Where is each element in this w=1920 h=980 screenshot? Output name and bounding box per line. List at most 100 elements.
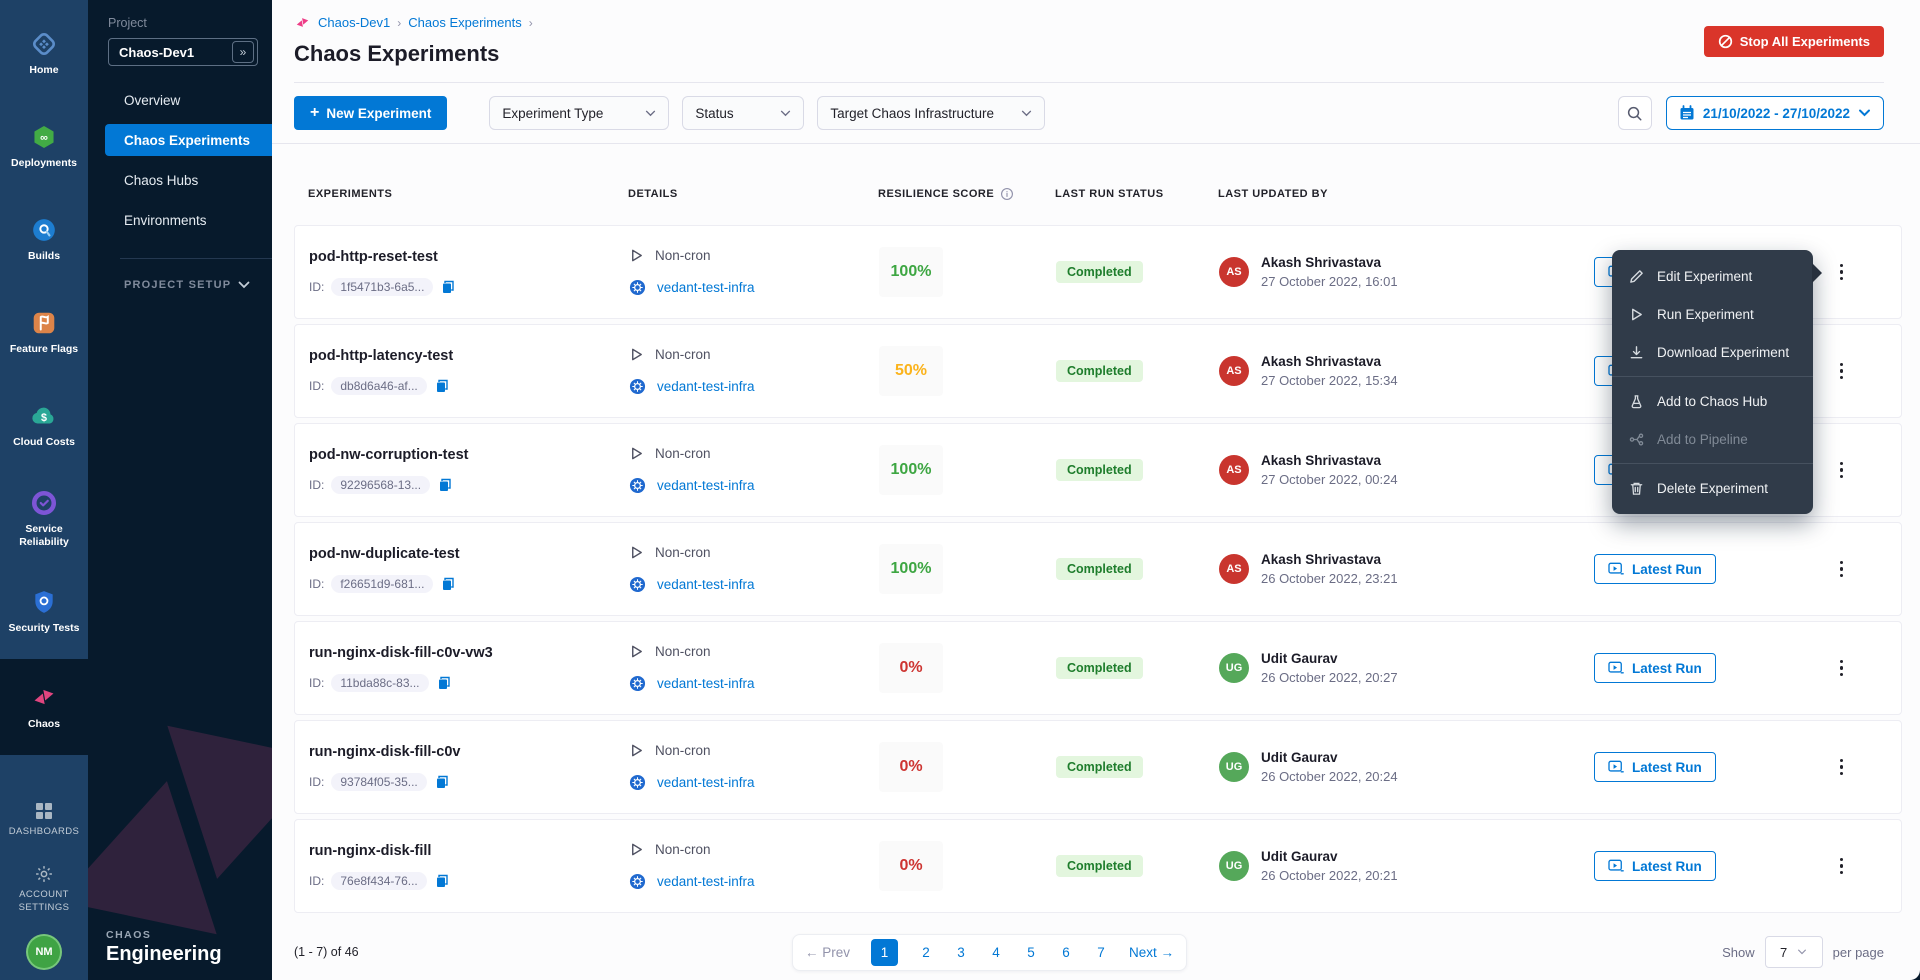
sidebar-item-service-reliability[interactable]: Service Reliability [0,473,88,566]
table-row[interactable]: pod-nw-duplicate-test ID: f26651d9-681..… [294,522,1902,616]
page-number[interactable]: 2 [919,945,933,960]
page-number[interactable]: 6 [1059,945,1073,960]
kubernetes-icon [629,477,646,494]
nav-item-overview[interactable]: Overview [88,84,272,116]
sidebar-item-home[interactable]: Home [0,8,88,101]
info-icon[interactable] [1000,187,1014,201]
page-number[interactable]: 5 [1024,945,1038,960]
chevron-down-icon [1858,109,1871,117]
page-number[interactable]: 3 [954,945,968,960]
table-row[interactable]: run-nginx-disk-fill-c0v ID: 93784f05-35.… [294,720,1902,814]
copy-icon[interactable] [434,378,450,394]
sidebar-item-deployments[interactable]: ∞ Deployments [0,101,88,194]
infrastructure-link[interactable]: vedant-test-infra [657,577,755,592]
collapse-nav-button[interactable]: » [232,41,254,63]
copy-icon[interactable] [436,675,452,691]
breadcrumb-separator: › [529,16,533,30]
infrastructure-link[interactable]: vedant-test-infra [657,676,755,691]
copy-icon[interactable] [440,576,456,592]
schedule-type: Non-cron [655,446,711,461]
next-page-button[interactable]: Next → [1129,945,1174,960]
chevron-down-icon [780,110,791,117]
stop-all-experiments-button[interactable]: Stop All Experiments [1704,26,1884,57]
project-selector[interactable]: Chaos-Dev1 » [108,38,258,66]
sidebar-item-security-tests[interactable]: Security Tests [0,566,88,659]
project-name: Chaos-Dev1 [119,45,194,60]
resilience-score: 100% [879,247,943,297]
sidebar-item-account-settings[interactable]: ACCOUNT SETTINGS [9,864,79,914]
row-menu-kebab-icon[interactable] [1834,456,1850,485]
date-range-picker[interactable]: 21/10/2022 - 27/10/2022 [1666,96,1884,130]
latest-run-button[interactable]: Latest Run [1594,752,1716,782]
row-menu-kebab-icon[interactable] [1834,357,1850,386]
prev-page-button[interactable]: ← Prev [805,945,850,960]
menu-item-download-experiment[interactable]: Download Experiment [1612,333,1813,371]
updated-date: 26 October 2022, 20:21 [1261,868,1398,883]
status-badge: Completed [1056,558,1143,580]
copy-icon[interactable] [434,774,450,790]
sidebar-item-dashboards[interactable]: DASHBOARDS [9,801,80,838]
resilience-score: 100% [879,544,943,594]
copy-icon[interactable] [440,279,456,295]
nav-item-environments[interactable]: Environments [88,204,272,236]
latest-run-button[interactable]: Latest Run [1594,851,1716,881]
menu-divider [1612,463,1813,464]
experiment-id: f26651d9-681... [331,575,433,593]
infrastructure-link[interactable]: vedant-test-infra [657,280,755,295]
infrastructure-link[interactable]: vedant-test-infra [657,775,755,790]
avatar: AS [1219,554,1249,584]
chevron-down-icon [645,110,656,117]
run-view-icon [1608,859,1624,873]
row-menu-kebab-icon[interactable] [1834,654,1850,683]
user-avatar[interactable]: NM [28,936,60,968]
search-button[interactable] [1618,96,1652,130]
target-infrastructure-filter[interactable]: Target Chaos Infrastructure [817,96,1045,130]
schedule-type: Non-cron [655,545,711,560]
calendar-icon [1679,105,1695,121]
menu-item-edit-experiment[interactable]: Edit Experiment [1612,257,1813,295]
avatar: UG [1219,851,1249,881]
infrastructure-link[interactable]: vedant-test-infra [657,379,755,394]
infrastructure-link[interactable]: vedant-test-infra [657,478,755,493]
project-setup-section[interactable]: PROJECT SETUP [88,259,272,291]
latest-run-button[interactable]: Latest Run [1594,653,1716,683]
experiment-type-filter[interactable]: Experiment Type [489,96,669,130]
status-filter[interactable]: Status [682,96,804,130]
feature-flags-icon [31,310,57,336]
page-number[interactable]: 4 [989,945,1003,960]
new-experiment-button[interactable]: + New Experiment [294,96,447,130]
experiment-name: pod-http-reset-test [309,249,629,265]
breadcrumb-project-link[interactable]: Chaos-Dev1 [318,15,390,30]
sidebar-item-builds[interactable]: Builds [0,194,88,287]
row-menu-kebab-icon[interactable] [1834,852,1850,881]
row-menu-kebab-icon[interactable] [1834,753,1850,782]
user-name: Akash Shrivastava [1261,453,1398,468]
page-number[interactable]: 7 [1094,945,1108,960]
nav-item-chaos-experiments[interactable]: Chaos Experiments [105,124,272,156]
menu-item-run-experiment[interactable]: Run Experiment [1612,295,1813,333]
table-row[interactable]: run-nginx-disk-fill ID: 76e8f434-76... N… [294,819,1902,913]
infrastructure-link[interactable]: vedant-test-infra [657,874,755,889]
copy-icon[interactable] [434,873,450,889]
sidebar-item-chaos[interactable]: Chaos [0,659,88,755]
chaos-hub-icon [1629,394,1644,409]
run-view-icon [1608,760,1624,774]
play-icon [629,644,644,659]
row-menu-kebab-icon[interactable] [1834,555,1850,584]
sidebar-item-cloud-costs[interactable]: $ Cloud Costs [0,380,88,473]
breadcrumb-separator: › [397,16,401,30]
copy-icon[interactable] [437,477,453,493]
menu-item-delete-experiment[interactable]: Delete Experiment [1612,469,1813,507]
sidebar-item-feature-flags[interactable]: Feature Flags [0,287,88,380]
menu-item-add-to-chaos-hub[interactable]: Add to Chaos Hub [1612,382,1813,420]
latest-run-button[interactable]: Latest Run [1594,554,1716,584]
page-size-select[interactable]: 7 [1765,936,1823,968]
experiment-name: run-nginx-disk-fill [309,843,629,859]
row-menu-kebab-icon[interactable] [1834,258,1850,287]
context-menu-arrow [1812,263,1822,283]
table-row[interactable]: run-nginx-disk-fill-c0v-vw3 ID: 11bda88c… [294,621,1902,715]
breadcrumb-page-link[interactable]: Chaos Experiments [408,15,521,30]
nav-item-chaos-hubs[interactable]: Chaos Hubs [88,164,272,196]
page-number[interactable]: 1 [871,939,898,966]
chaos-watermark [88,565,272,980]
